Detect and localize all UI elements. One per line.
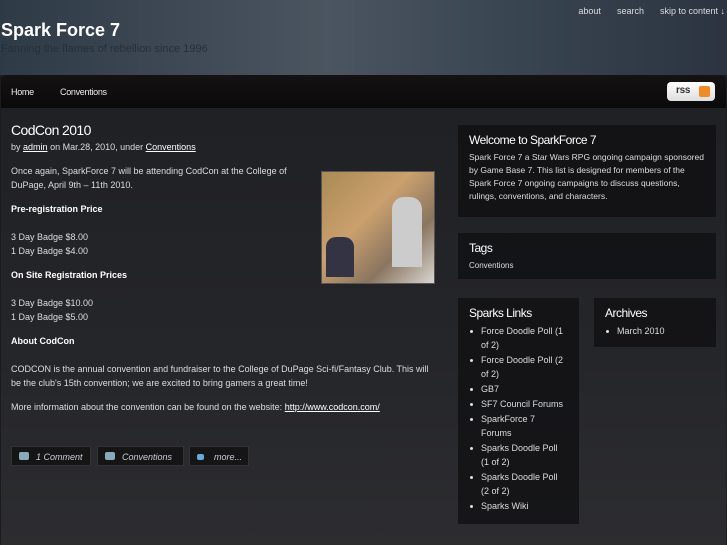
sparks-links-title: Sparks Links <box>469 306 532 320</box>
archive-link[interactable]: March 2010 <box>605 324 705 338</box>
site-tagline: Fanning the flames of rebellion since 19… <box>1 43 208 55</box>
site-title[interactable]: Spark Force 7 <box>1 20 120 41</box>
rss-label: rss <box>676 85 691 96</box>
welcome-title: Welcome to SparkForce 7 <box>469 133 597 147</box>
sparks-link[interactable]: Force Doodle Poll (2 of 2) <box>469 353 568 381</box>
tags-widget: Tags Conventions <box>458 233 716 279</box>
about-link[interactable]: about <box>578 6 601 16</box>
sparks-link[interactable]: GB7 <box>469 382 568 396</box>
tag-conventions[interactable]: Conventions <box>469 259 705 273</box>
tag-icon <box>105 452 115 460</box>
welcome-widget: Welcome to SparkForce 7 Spark Force 7 a … <box>458 125 716 217</box>
onsite-3day-price: 3 Day Badge $10.00 <box>11 298 94 308</box>
author-link[interactable]: admin <box>23 142 48 152</box>
sparks-link[interactable]: SF7 Council Forums <box>469 397 568 411</box>
category-link[interactable]: Conventions <box>146 142 196 152</box>
search-link[interactable]: search <box>617 6 644 16</box>
meta-date: on Mar.28, 2010, under <box>50 142 144 152</box>
sparks-link[interactable]: Sparks Doodle Poll (1 of 2) <box>469 441 568 469</box>
skip-to-content-link[interactable]: skip to content ↓ <box>660 6 725 16</box>
onsite-heading: On Site Registration Prices <box>11 270 128 280</box>
comment-icon <box>19 452 29 460</box>
nav-home[interactable]: Home <box>11 87 34 97</box>
post-photo <box>321 171 435 284</box>
about-heading: About CodCon <box>11 336 75 346</box>
sparks-link[interactable]: Sparks Wiki <box>469 499 568 513</box>
tags-title: Tags <box>469 241 493 255</box>
pre-3day-price: 3 Day Badge $8.00 <box>11 232 89 242</box>
archives-title: Archives <box>605 306 648 320</box>
about-text: CODCON is the annual convention and fund… <box>11 364 429 388</box>
more-label: more... <box>214 452 243 462</box>
more-info-text: More information about the convention ca… <box>11 402 283 412</box>
post-title[interactable]: CodCon 2010 <box>11 122 436 138</box>
more-button[interactable]: more... <box>189 446 249 466</box>
header: about search skip to content ↓ Spark Force… <box>0 0 727 75</box>
pre-registration-heading: Pre-registration Price <box>11 204 103 214</box>
arrow-icon <box>197 454 204 460</box>
archives-widget: Archives March 2010 <box>594 298 716 347</box>
top-links: about search skip to content ↓ <box>578 6 727 16</box>
rss-icon <box>699 86 710 97</box>
sparks-link[interactable]: Force Doodle Poll (1 of 2) <box>469 324 568 352</box>
meta-by: by <box>11 142 21 152</box>
nav-conventions[interactable]: Conventions <box>60 87 107 97</box>
pre-1day-price: 1 Day Badge $4.00 <box>11 246 89 256</box>
sparks-link[interactable]: SparkForce 7 Forums <box>469 412 568 440</box>
comments-button[interactable]: 1 Comment <box>11 446 91 466</box>
comments-label: 1 Comment <box>36 452 83 462</box>
category-label: Conventions <box>122 452 173 462</box>
post-meta: by admin on Mar.28, 2010, under Conventi… <box>11 140 436 154</box>
main-nav: Home Conventions rss <box>1 75 726 108</box>
onsite-1day-price: 1 Day Badge $5.00 <box>11 312 89 322</box>
sparks-links-widget: Sparks Links Force Doodle Poll (1 of 2) … <box>458 298 579 524</box>
post-intro: Once again, SparkForce 7 will be attendi… <box>11 166 287 190</box>
welcome-text: Spark Force 7 a Star Wars RPG ongoing ca… <box>469 152 704 201</box>
website-link[interactable]: http://www.codcon.com/ <box>285 402 380 412</box>
rss-button[interactable]: rss <box>667 82 715 101</box>
category-button[interactable]: Conventions <box>97 446 184 466</box>
sparks-link[interactable]: Sparks Doodle Poll (2 of 2) <box>469 470 568 498</box>
